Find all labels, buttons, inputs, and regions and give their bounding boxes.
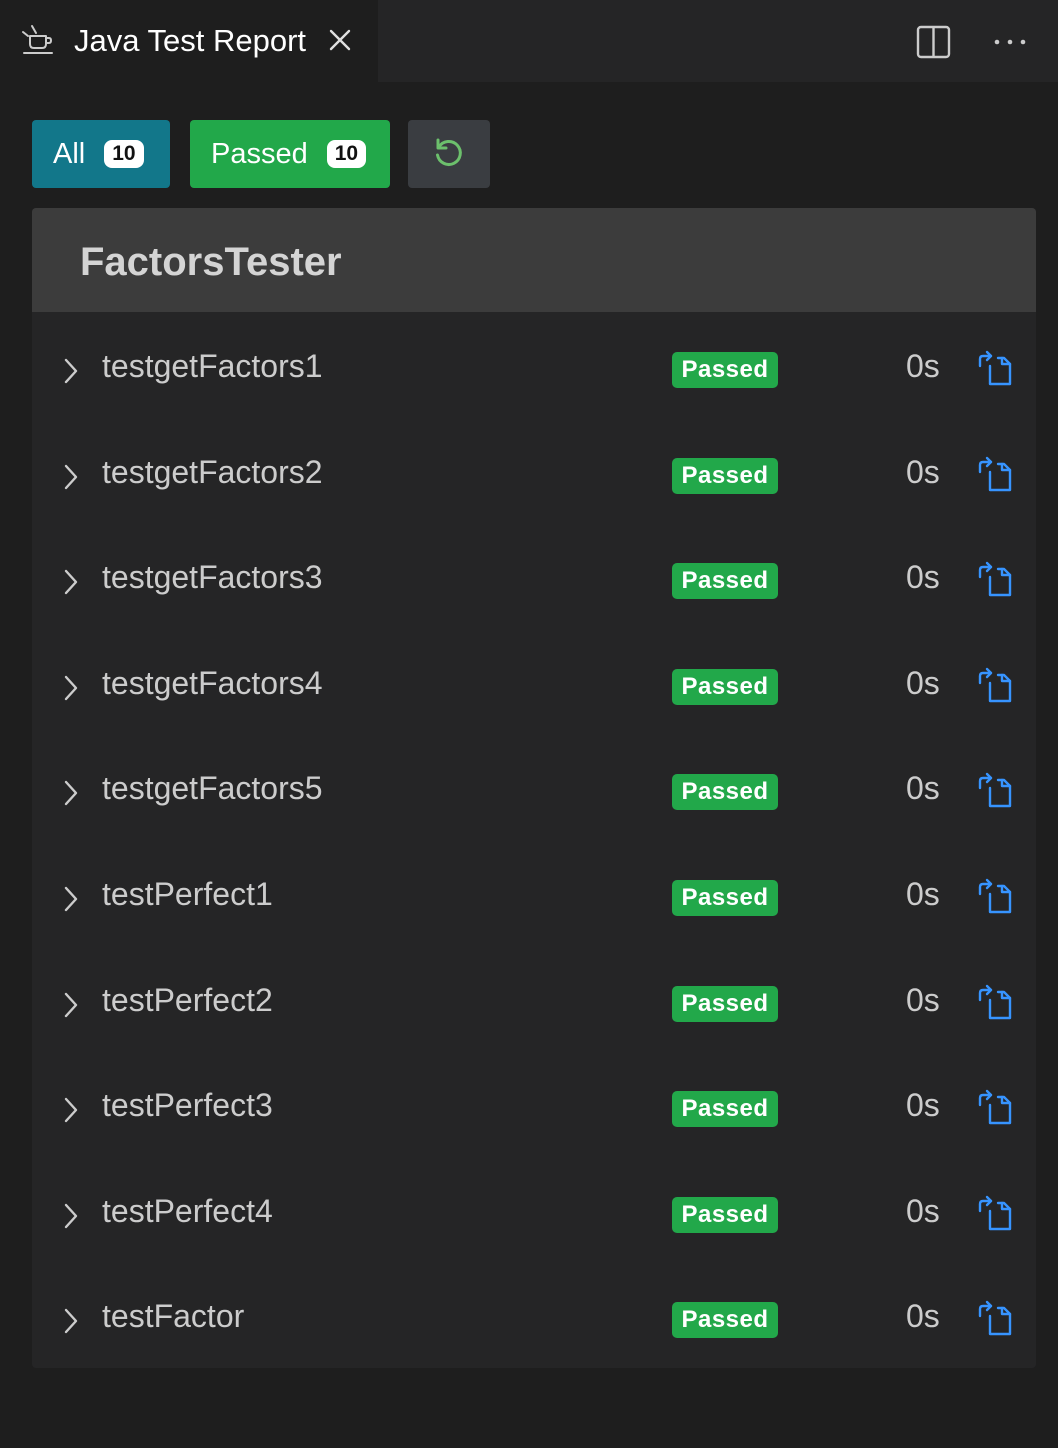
test-duration: 0s [906, 453, 940, 490]
test-row-testgetFactors4[interactable]: testgetFactors4 Passed 0s [32, 629, 1036, 735]
rerun-button[interactable] [408, 120, 490, 188]
test-name: testgetFactors1 [102, 348, 323, 384]
test-row-testgetFactors2[interactable]: testgetFactors2 Passed 0s [32, 418, 1036, 524]
test-duration: 0s [906, 875, 940, 912]
status-badge: Passed [672, 457, 778, 494]
test-name: testFactor [102, 1298, 245, 1335]
test-row-testPerfect1[interactable]: testPerfect1 Passed 0s [32, 840, 1036, 946]
tab-title: Java Test Report [74, 23, 307, 58]
suite-header: FactorsTester [32, 208, 1036, 312]
test-name: testgetFactors4 [102, 664, 323, 701]
filter-passed-button[interactable]: Passed 10 [190, 120, 390, 188]
editor-tab-bar: Java Test Report [0, 0, 1058, 82]
status-badge: Passed [672, 1091, 778, 1128]
filter-all-count-badge: 10 [104, 140, 144, 168]
test-name: testgetFactors2 [102, 453, 323, 490]
test-name: testPerfect4 [102, 1192, 273, 1229]
test-row-testPerfect3[interactable]: testPerfect3 Passed 0s [32, 1051, 1036, 1157]
chevron-right-icon[interactable] [62, 1306, 80, 1336]
test-row-testPerfect4[interactable]: testPerfect4 Passed 0s [32, 1157, 1036, 1263]
test-duration: 0s [906, 981, 940, 1018]
test-name: testPerfect2 [102, 981, 273, 1018]
go-to-file-icon[interactable] [976, 456, 1014, 494]
filter-passed-count-badge: 10 [326, 140, 367, 168]
beaker-icon [22, 25, 53, 54]
status-badge: Passed [672, 563, 778, 600]
go-to-file-icon[interactable] [976, 1300, 1014, 1338]
filter-passed-label: Passed [211, 137, 308, 170]
more-actions-icon[interactable] [988, 24, 1032, 60]
test-row-testgetFactors5[interactable]: testgetFactors5 Passed 0s [32, 734, 1036, 840]
test-duration: 0s [906, 559, 940, 596]
go-to-file-icon[interactable] [976, 984, 1014, 1022]
test-name: testgetFactors5 [102, 770, 323, 807]
go-to-file-icon[interactable] [976, 350, 1014, 388]
go-to-file-icon[interactable] [976, 878, 1014, 916]
go-to-file-icon[interactable] [976, 1195, 1014, 1233]
test-row-testgetFactors3[interactable]: testgetFactors3 Passed 0s [32, 523, 1036, 629]
go-to-file-icon[interactable] [976, 1089, 1014, 1127]
test-row-testPerfect2[interactable]: testPerfect2 Passed 0s [32, 946, 1036, 1052]
test-duration: 0s [906, 664, 940, 701]
filter-all-label: All [53, 137, 86, 170]
editor-tab-java-test-report[interactable]: Java Test Report [0, 0, 378, 82]
test-name: testPerfect1 [102, 875, 273, 912]
test-row-testFactor[interactable]: testFactor Passed 0s [32, 1262, 1036, 1368]
test-row-testgetFactors1[interactable]: testgetFactors1 Passed 0s [32, 312, 1036, 418]
status-badge: Passed [672, 879, 778, 916]
rerun-icon [436, 138, 462, 166]
test-duration: 0s [906, 1087, 940, 1124]
test-duration: 0s [906, 770, 940, 807]
close-icon[interactable] [326, 26, 354, 54]
status-badge: Passed [672, 668, 778, 705]
test-duration: 0s [906, 1298, 940, 1335]
status-badge: Passed [672, 774, 778, 811]
go-to-file-icon[interactable] [976, 561, 1014, 599]
suite-title: FactorsTester [80, 240, 342, 284]
status-badge: Passed [672, 985, 778, 1022]
status-badge: Passed [672, 352, 778, 388]
test-name: testPerfect3 [102, 1087, 273, 1124]
go-to-file-icon[interactable] [976, 772, 1014, 810]
chevron-right-icon[interactable] [62, 1095, 80, 1125]
go-to-file-icon[interactable] [976, 667, 1014, 705]
filter-all-button[interactable]: All 10 [32, 120, 170, 188]
chevron-right-icon[interactable] [62, 990, 80, 1020]
test-duration: 0s [906, 1192, 940, 1229]
test-list: testgetFactors1 Passed 0s testgetFactors… [32, 312, 1036, 1368]
chevron-right-icon[interactable] [62, 1201, 80, 1231]
test-suite-panel: FactorsTester testgetFactors1 Passed 0s … [32, 208, 1036, 1368]
status-badge: Passed [672, 1302, 778, 1339]
status-badge: Passed [672, 1196, 778, 1233]
chevron-right-icon[interactable] [62, 884, 80, 914]
test-name: testgetFactors3 [102, 559, 323, 596]
chevron-right-icon[interactable] [62, 673, 80, 703]
split-editor-icon[interactable] [914, 22, 954, 62]
chevron-right-icon[interactable] [62, 567, 80, 597]
chevron-right-icon[interactable] [62, 778, 80, 808]
chevron-right-icon[interactable] [62, 356, 80, 386]
chevron-right-icon[interactable] [62, 462, 80, 492]
test-report-view: All 10 Passed 10 FactorsTester testgetFa… [0, 82, 1058, 1448]
test-duration: 0s [906, 348, 940, 384]
